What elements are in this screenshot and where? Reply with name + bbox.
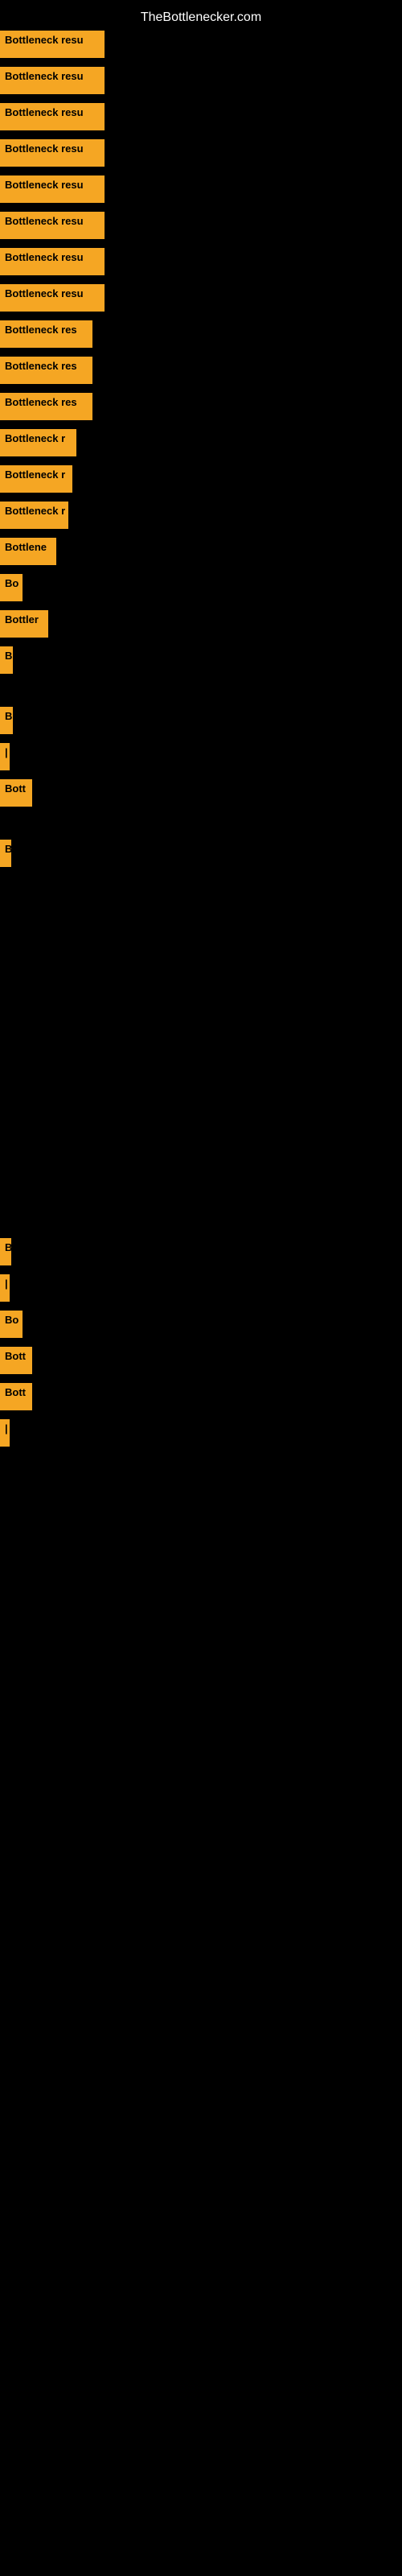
bottleneck-result-item[interactable]: B bbox=[0, 646, 13, 674]
bottleneck-result-item[interactable]: | bbox=[0, 1419, 10, 1447]
bottleneck-result-item[interactable]: Bottleneck res bbox=[0, 320, 92, 348]
site-title: TheBottlenecker.com bbox=[0, 4, 402, 31]
bottleneck-result-item[interactable]: B bbox=[0, 1238, 11, 1265]
bottleneck-result-item[interactable]: Bottleneck res bbox=[0, 393, 92, 420]
bottleneck-result-item[interactable]: | bbox=[0, 743, 10, 770]
bottleneck-result-item[interactable]: | bbox=[0, 1274, 10, 1302]
bottleneck-result-item[interactable]: Bottlene bbox=[0, 538, 56, 565]
bottleneck-result-item[interactable]: Bottleneck r bbox=[0, 465, 72, 493]
bottleneck-result-item[interactable]: Bo bbox=[0, 574, 23, 601]
bottleneck-result-item[interactable]: Bottleneck r bbox=[0, 502, 68, 529]
bottleneck-result-item[interactable]: Bottleneck resu bbox=[0, 139, 105, 167]
bottleneck-result-item[interactable]: Bottleneck r bbox=[0, 429, 76, 456]
bottleneck-result-item[interactable]: Bottleneck resu bbox=[0, 103, 105, 130]
bottleneck-result-item[interactable]: Bott bbox=[0, 1347, 32, 1374]
bottleneck-result-item[interactable]: Bottleneck resu bbox=[0, 31, 105, 58]
bottleneck-result-item[interactable]: Bottleneck resu bbox=[0, 284, 105, 312]
bottleneck-result-item[interactable]: Bottler bbox=[0, 610, 48, 638]
bottleneck-result-item[interactable]: Bottleneck res bbox=[0, 357, 92, 384]
bottleneck-result-item[interactable]: Bottleneck resu bbox=[0, 212, 105, 239]
bottleneck-result-item[interactable]: Bott bbox=[0, 779, 32, 807]
bottleneck-result-item[interactable]: Bottleneck resu bbox=[0, 67, 105, 94]
bottleneck-result-item[interactable]: Bott bbox=[0, 1383, 32, 1410]
bottleneck-result-item[interactable]: B bbox=[0, 840, 11, 867]
bottleneck-result-item[interactable]: Bottleneck resu bbox=[0, 248, 105, 275]
bottleneck-result-item[interactable]: Bo bbox=[0, 1311, 23, 1338]
bottleneck-result-item[interactable]: B bbox=[0, 707, 13, 734]
bottleneck-result-item[interactable]: Bottleneck resu bbox=[0, 175, 105, 203]
